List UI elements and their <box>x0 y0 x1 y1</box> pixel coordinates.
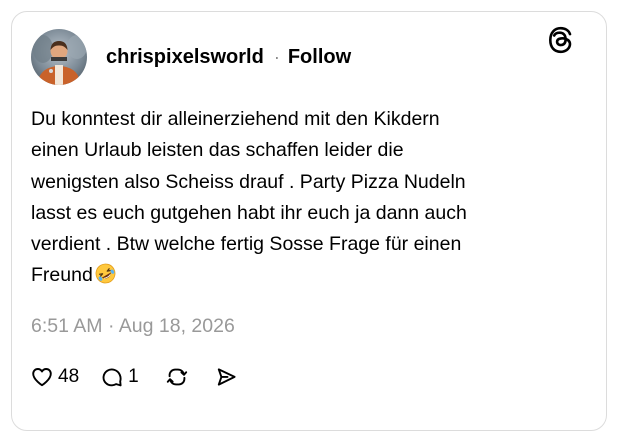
action-bar: 48 1 <box>30 363 238 391</box>
comment-icon <box>102 368 122 387</box>
repost-button[interactable] <box>165 365 189 389</box>
rolling-on-floor-laughing-emoji <box>95 263 116 284</box>
avatar-photo <box>31 29 87 85</box>
post-header: chrispixelsworld · Follow <box>106 44 351 70</box>
repost-icon <box>166 368 187 386</box>
share-icon <box>217 368 236 386</box>
like-button[interactable]: 48 <box>30 365 79 389</box>
share-button[interactable] <box>214 365 238 389</box>
post-timestamp[interactable]: 6:51 AM · Aug 18, 2026 <box>31 315 235 338</box>
avatar[interactable] <box>31 29 87 85</box>
threads-logo-glyph <box>548 26 572 54</box>
emoji-glyph <box>95 264 116 284</box>
post-text: Du konntest dir alleinerziehend mit den … <box>31 108 467 287</box>
username-link[interactable]: chrispixelsworld <box>106 46 264 69</box>
reply-count: 1 <box>128 366 139 387</box>
heart-icon <box>32 368 52 387</box>
follow-button[interactable]: Follow <box>288 46 351 69</box>
post-body: Du konntest dir alleinerziehend mit den … <box>31 104 571 292</box>
reply-button[interactable]: 1 <box>100 365 139 389</box>
separator-dot: · <box>273 46 280 67</box>
threads-logo-icon[interactable] <box>544 23 578 57</box>
like-count: 48 <box>58 366 80 387</box>
